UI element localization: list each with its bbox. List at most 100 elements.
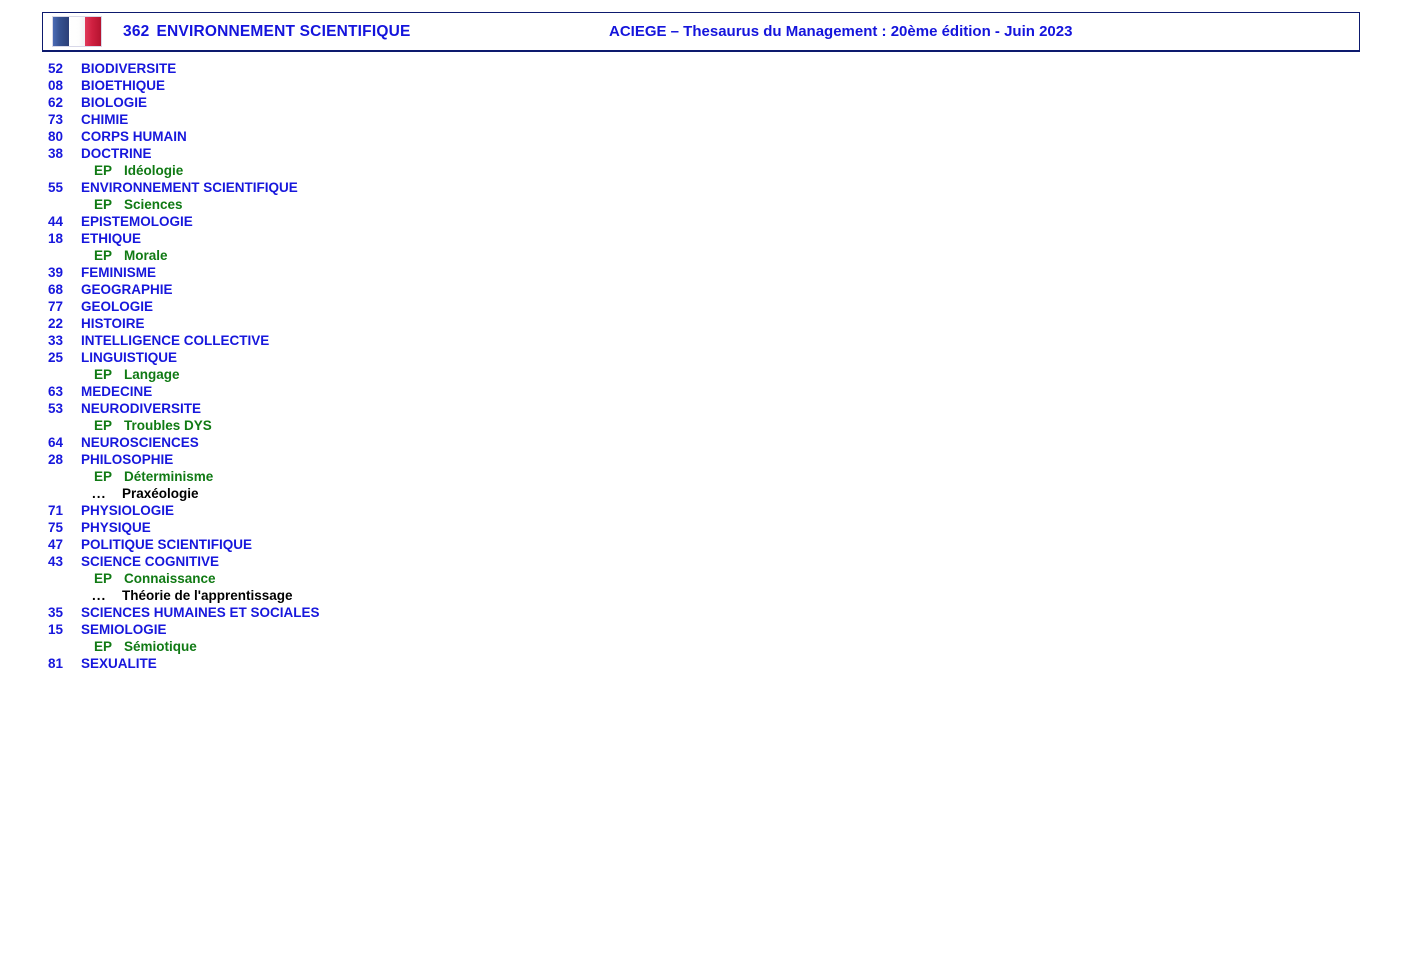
- descriptor-label: PHYSIOLOGIE: [81, 502, 174, 519]
- document-header-bar: 362 ENVIRONNEMENT SCIENTIFIQUE ACIEGE – T…: [42, 12, 1360, 52]
- descriptor-row[interactable]: 75 PHYSIQUE: [0, 519, 1410, 536]
- ep-tag: EP: [94, 196, 112, 213]
- descriptor-label: POLITIQUE SCIENTIFIQUE: [81, 536, 252, 553]
- equivalent-term-row[interactable]: EPIdéologie: [0, 162, 1410, 179]
- ep-tag: EP: [94, 570, 112, 587]
- descriptor-code: 33: [48, 332, 72, 349]
- nondescriptor-label: Connaissance: [124, 570, 216, 587]
- descriptor-label: ENVIRONNEMENT SCIENTIFIQUE: [81, 179, 298, 196]
- descriptor-code: 44: [48, 213, 72, 230]
- descriptor-row[interactable]: 63MEDECINE: [0, 383, 1410, 400]
- nondescriptor-label: Sciences: [124, 196, 183, 213]
- descriptor-row[interactable]: 62 BIOLOGIE: [0, 94, 1410, 111]
- descriptor-code: 53: [48, 400, 72, 417]
- descriptor-code: 81: [48, 655, 72, 672]
- descriptor-row[interactable]: 15 SEMIOLOGIE: [0, 621, 1410, 638]
- section-title: ENVIRONNEMENT SCIENTIFIQUE: [156, 23, 410, 40]
- flag-band-red: [85, 17, 101, 46]
- descriptor-code: 62: [48, 94, 72, 111]
- continuation-term-row[interactable]: ...Théorie de l'apprentissage: [0, 587, 1410, 604]
- equivalent-term-row[interactable]: EPMorale: [0, 247, 1410, 264]
- descriptor-code: 15: [48, 621, 72, 638]
- descriptor-row[interactable]: 08 BIOETHIQUE: [0, 77, 1410, 94]
- descriptor-label: BIODIVERSITE: [81, 60, 176, 77]
- descriptor-code: 25: [48, 349, 72, 366]
- ep-tag: EP: [94, 162, 112, 179]
- nondescriptor-label: Sémiotique: [124, 638, 197, 655]
- ep-tag: EP: [94, 638, 112, 655]
- descriptor-code: 75: [48, 519, 72, 536]
- descriptor-code: 52: [48, 60, 72, 77]
- descriptor-row[interactable]: 77GEOLOGIE: [0, 298, 1410, 315]
- section-number: 362: [123, 23, 149, 40]
- descriptor-row[interactable]: 35SCIENCES HUMAINES ET SOCIALES: [0, 604, 1410, 621]
- descriptor-code: 68: [48, 281, 72, 298]
- descriptor-code: 80: [48, 128, 72, 145]
- descriptor-label: NEUROSCIENCES: [81, 434, 199, 451]
- page-title: 362 ENVIRONNEMENT SCIENTIFIQUE: [123, 23, 411, 41]
- equivalent-term-row[interactable]: EP Sémiotique: [0, 638, 1410, 655]
- descriptor-row[interactable]: 33 INTELLIGENCE COLLECTIVE: [0, 332, 1410, 349]
- descriptor-row[interactable]: 53NEURODIVERSITE: [0, 400, 1410, 417]
- ellipsis-tag: ...: [92, 485, 106, 502]
- descriptor-code: 77: [48, 298, 72, 315]
- equivalent-term-row[interactable]: EPDéterminisme: [0, 468, 1410, 485]
- descriptor-row[interactable]: 22HISTOIRE: [0, 315, 1410, 332]
- descriptor-row[interactable]: 44 EPISTEMOLOGIE: [0, 213, 1410, 230]
- descriptor-row[interactable]: 68 GEOGRAPHIE: [0, 281, 1410, 298]
- equivalent-term-row[interactable]: EPTroubles DYS: [0, 417, 1410, 434]
- descriptor-code: 71: [48, 502, 72, 519]
- nondescriptor-label: Praxéologie: [122, 485, 199, 502]
- descriptor-code: 35: [48, 604, 72, 621]
- descriptor-code: 43: [48, 553, 72, 570]
- descriptor-row[interactable]: 47POLITIQUE SCIENTIFIQUE: [0, 536, 1410, 553]
- descriptor-row[interactable]: 73 CHIMIE: [0, 111, 1410, 128]
- descriptor-code: 73: [48, 111, 72, 128]
- descriptor-row[interactable]: 18 ETHIQUE: [0, 230, 1410, 247]
- descriptor-label: BIOLOGIE: [81, 94, 147, 111]
- descriptor-row[interactable]: 64 NEUROSCIENCES: [0, 434, 1410, 451]
- descriptor-label: BIOETHIQUE: [81, 77, 165, 94]
- descriptor-code: 64: [48, 434, 72, 451]
- descriptor-label: INTELLIGENCE COLLECTIVE: [81, 332, 269, 349]
- equivalent-term-row[interactable]: EP Connaissance: [0, 570, 1410, 587]
- descriptor-row[interactable]: 81 SEXUALITE: [0, 655, 1410, 672]
- nondescriptor-label: Théorie de l'apprentissage: [122, 587, 293, 604]
- flag-band-blue: [53, 17, 69, 46]
- thesaurus-entry-list: 52 BIODIVERSITE 08 BIOETHIQUE 62 BIOLOGIE 73 CH…: [0, 60, 1410, 672]
- equivalent-term-row[interactable]: EP Sciences: [0, 196, 1410, 213]
- descriptor-code: 63: [48, 383, 72, 400]
- descriptor-label: PHYSIQUE: [81, 519, 151, 536]
- descriptor-row[interactable]: 39FEMINISME: [0, 264, 1410, 281]
- descriptor-label: SEXUALITE: [81, 655, 157, 672]
- descriptor-row[interactable]: 28 PHILOSOPHIE: [0, 451, 1410, 468]
- descriptor-row[interactable]: 80CORPS HUMAIN: [0, 128, 1410, 145]
- descriptor-label: ETHIQUE: [81, 230, 141, 247]
- descriptor-code: 08: [48, 77, 72, 94]
- descriptor-label: SCIENCE COGNITIVE: [81, 553, 219, 570]
- document-subtitle: ACIEGE – Thesaurus du Management : 20ème…: [609, 23, 1072, 40]
- descriptor-label: DOCTRINE: [81, 145, 152, 162]
- descriptor-label: GEOGRAPHIE: [81, 281, 173, 298]
- flag-band-white: [69, 17, 85, 46]
- descriptor-label: FEMINISME: [81, 264, 156, 281]
- descriptor-row[interactable]: 43 SCIENCE COGNITIVE: [0, 553, 1410, 570]
- descriptor-row[interactable]: 38DOCTRINE: [0, 145, 1410, 162]
- descriptor-label: CHIMIE: [81, 111, 128, 128]
- descriptor-row[interactable]: 52 BIODIVERSITE: [0, 60, 1410, 77]
- descriptor-label: PHILOSOPHIE: [81, 451, 173, 468]
- descriptor-code: 28: [48, 451, 72, 468]
- nondescriptor-label: Morale: [124, 247, 168, 264]
- descriptor-row[interactable]: 25LINGUISTIQUE: [0, 349, 1410, 366]
- descriptor-code: 22: [48, 315, 72, 332]
- equivalent-term-row[interactable]: EP Langage: [0, 366, 1410, 383]
- nondescriptor-label: Langage: [124, 366, 180, 383]
- continuation-term-row[interactable]: ... Praxéologie: [0, 485, 1410, 502]
- descriptor-row[interactable]: 55ENVIRONNEMENT SCIENTIFIQUE: [0, 179, 1410, 196]
- descriptor-label: SEMIOLOGIE: [81, 621, 167, 638]
- ep-tag: EP: [94, 366, 112, 383]
- descriptor-row[interactable]: 71 PHYSIOLOGIE: [0, 502, 1410, 519]
- descriptor-label: EPISTEMOLOGIE: [81, 213, 193, 230]
- nondescriptor-label: Troubles DYS: [124, 417, 212, 434]
- descriptor-code: 18: [48, 230, 72, 247]
